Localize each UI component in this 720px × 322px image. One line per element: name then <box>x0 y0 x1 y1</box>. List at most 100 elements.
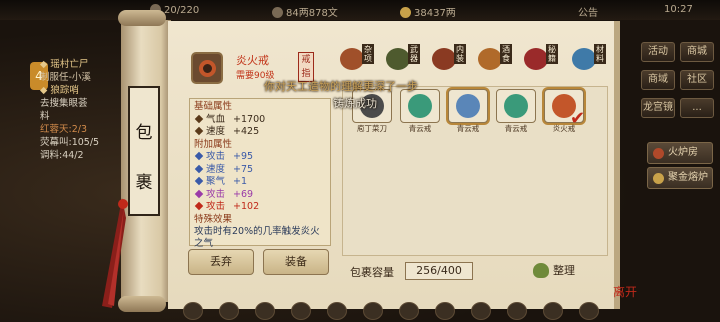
diamond-bullet-icon <box>194 114 204 123</box>
tab-label: 秘籍 <box>546 44 558 64</box>
tab-manual[interactable]: 秘籍 <box>524 44 560 72</box>
tab-armor[interactable]: 内装 <box>432 44 468 72</box>
armor-icon <box>432 48 456 70</box>
tab-weapon[interactable]: 武器 <box>386 44 422 72</box>
ring-icon <box>456 94 480 118</box>
money-value: 84两878文 <box>286 8 338 19</box>
attr-row: 气血 +1700 <box>194 114 326 127</box>
diamond-bullet-icon <box>194 201 204 211</box>
dock-icon[interactable] <box>399 302 419 320</box>
dock-icon[interactable] <box>291 302 311 320</box>
capacity-label: 包裹容量 <box>350 266 394 279</box>
slot-label: 青云戒 <box>456 124 480 133</box>
dragon-palace-button[interactable]: 龙宫镜 <box>641 98 675 118</box>
selected-item-icon <box>191 52 223 84</box>
tab-misc[interactable]: 杂项 <box>340 44 376 72</box>
tab-label: 杂项 <box>362 44 374 64</box>
furnace-room-button[interactable]: 火炉房 <box>647 142 713 164</box>
attr-value: +1 <box>233 176 248 187</box>
slot-label: 庖丁菜刀 <box>357 124 387 133</box>
attr-row: 攻击 +95 <box>194 151 326 164</box>
dock-icon[interactable] <box>327 302 347 320</box>
more-button[interactable]: ... <box>680 98 714 118</box>
system-message: 你对天工造物的理解更深了一步 <box>264 80 418 93</box>
gold-furnace-icon <box>653 173 664 184</box>
discard-button[interactable]: 丢弃 <box>188 249 254 275</box>
tab-label: 酒食 <box>500 44 512 64</box>
scroll-rod-top <box>118 10 166 26</box>
extra-attr-title: 附加属性 <box>194 138 233 150</box>
ring-icon <box>408 94 432 118</box>
attr-name: 速度 <box>206 163 226 175</box>
effect-title: 特殊效果 <box>194 213 233 225</box>
inventory-slot[interactable] <box>448 89 488 123</box>
close-button[interactable]: 离开 <box>613 283 637 300</box>
dock-icon[interactable] <box>579 302 599 320</box>
attr-name: 攻击 <box>206 188 226 200</box>
dock-icon[interactable] <box>435 302 455 320</box>
community-button[interactable]: 社区 <box>680 70 714 90</box>
market-button[interactable]: 商域 <box>641 70 675 90</box>
money-readout: 84两878文 <box>272 4 338 19</box>
activity-button[interactable]: 活动 <box>641 42 675 62</box>
attr-value: +1700 <box>233 113 266 125</box>
energy-value: 20/220 <box>164 5 200 16</box>
slot-label: 青云戒 <box>504 124 528 133</box>
extra-attr-list: 攻击 +95 速度 +75 聚气 +1 攻击 +69 攻击 +102 <box>194 151 326 214</box>
announce-button[interactable]: 公告 <box>578 4 598 19</box>
diamond-bullet-icon <box>194 189 204 198</box>
dock-icon[interactable] <box>507 302 527 320</box>
base-attr-list: 气血 +1700 速度 +425 <box>194 114 326 139</box>
attr-value: +95 <box>233 151 254 162</box>
diamond-bullet-icon <box>194 176 204 186</box>
sort-button[interactable]: 整理 <box>533 260 579 282</box>
bottom-dock <box>175 300 615 322</box>
title-char-2: 裹 <box>135 173 153 193</box>
item-name: 炎火戒 <box>236 54 269 67</box>
furnace-icon <box>653 148 664 159</box>
food-icon <box>478 48 502 70</box>
dock-icon[interactable] <box>471 302 491 320</box>
furnace-room-label: 火炉房 <box>668 147 698 158</box>
ring-icon <box>504 94 528 118</box>
tab-label: 内装 <box>454 44 466 64</box>
sort-label: 整理 <box>553 264 575 277</box>
dock-icon[interactable] <box>543 302 563 320</box>
forge-success-message: 铸炼成功 <box>333 97 377 110</box>
attr-row: 聚气 +1 <box>194 176 326 189</box>
base-attr-title: 基础属性 <box>194 101 233 112</box>
equip-button[interactable]: 装备 <box>263 249 329 275</box>
dock-icon[interactable] <box>219 302 239 320</box>
silver-icon <box>400 7 411 18</box>
inventory-slot[interactable] <box>496 89 536 123</box>
tab-label: 材料 <box>594 44 606 64</box>
attr-row: 速度 +425 <box>194 126 326 139</box>
attr-name: 气血 <box>206 113 226 125</box>
diamond-bullet-icon <box>194 164 204 173</box>
title-char-1: 包 <box>135 123 153 143</box>
gold-furnace-button[interactable]: 聚金熔炉 <box>647 167 713 189</box>
weapon-icon <box>386 48 410 70</box>
misc-icon <box>340 48 364 70</box>
dock-icon[interactable] <box>255 302 275 320</box>
diamond-bullet-icon <box>194 126 204 136</box>
attr-name: 攻击 <box>206 201 226 212</box>
slot-label: 青云戒 <box>408 124 432 133</box>
gold-furnace-label: 聚金熔炉 <box>668 172 708 183</box>
effect-text: 攻击时有20%的几率触发炎火之气 <box>194 226 320 249</box>
tab-food[interactable]: 酒食 <box>478 44 514 72</box>
dock-icon[interactable] <box>183 302 203 320</box>
inventory-slot[interactable] <box>400 89 440 123</box>
diamond-bullet-icon <box>194 151 204 161</box>
tab-material[interactable]: 材料 <box>572 44 608 72</box>
attr-name: 速度 <box>206 126 226 137</box>
material-icon <box>572 48 596 70</box>
dock-icon[interactable] <box>363 302 383 320</box>
attr-value: +425 <box>233 126 260 137</box>
attribute-panel: 基础属性 气血 +1700 速度 +425 附加属性 攻击 +95 速度 +75 聚气 +1 攻击… <box>189 98 331 249</box>
silver-readout: 38437两 <box>400 4 456 19</box>
mall-button[interactable]: 商城 <box>680 42 714 62</box>
capacity-value: 256/400 <box>405 262 473 280</box>
attr-row: 攻击 +69 <box>194 189 326 202</box>
ring-icon <box>199 60 216 77</box>
